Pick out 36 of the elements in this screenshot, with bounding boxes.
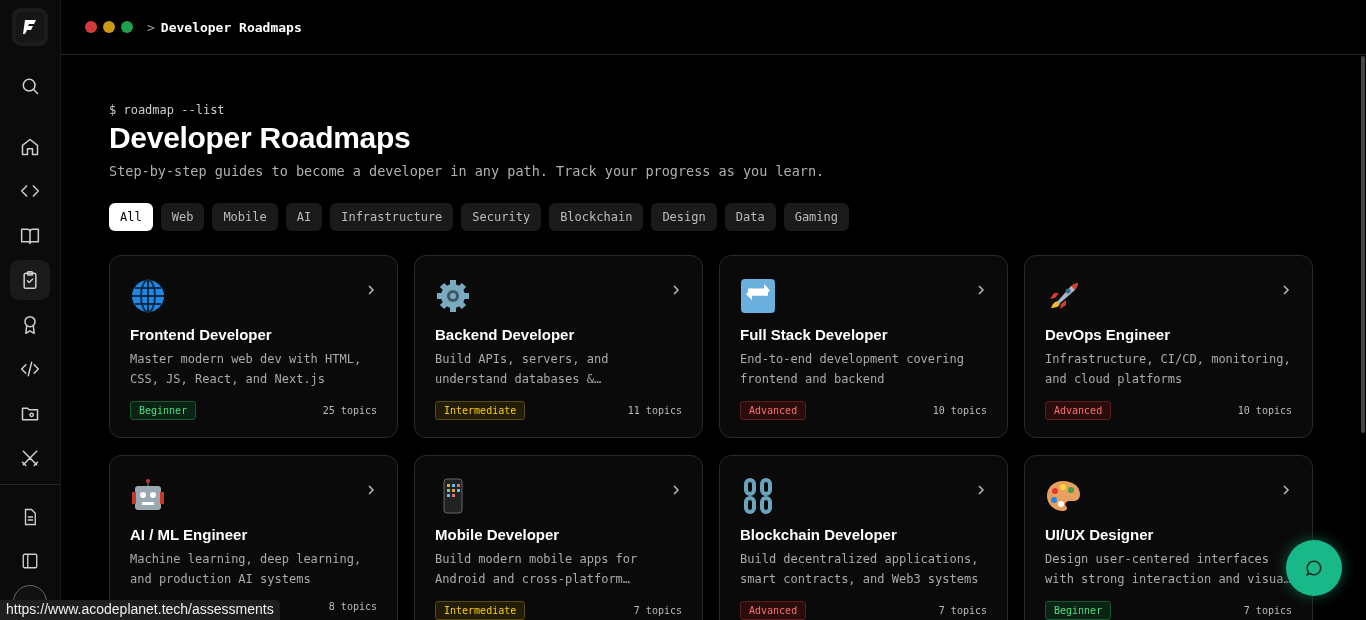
card-description: Infrastructure, CI/CD, monitoring, and cloud platforms [1045,351,1292,388]
card-description: Master modern web dev with HTML, CSS, JS, React, and Next.js [130,351,363,388]
breadcrumb-separator: > [147,19,155,35]
topic-count: 10 topics [932,405,987,416]
difficulty-tag: Advanced [740,401,807,420]
card-title: Full Stack Developer [740,326,889,343]
topic-count: 11 topics [627,405,682,416]
card-description: Machine learning, deep learning, and production AI systems [130,551,363,588]
topic-count: 8 topics [328,601,377,612]
difficulty-tag: Advanced [1045,401,1112,420]
topic-count: 7 topics [938,605,987,616]
card-title: UI/UX Designer [1045,526,1155,543]
page-title: Developer Roadmaps [109,121,412,155]
difficulty-tag: Intermediate [435,601,526,620]
difficulty-tag: Advanced [740,601,807,620]
card-description: Build modern mobile apps for Android and cross-platform… [435,551,639,588]
topic-count: 7 topics [1243,605,1292,616]
command-line: $ roadmap --list [109,103,226,117]
topic-count: 25 topics [322,405,377,416]
difficulty-tag: Intermediate [435,401,526,420]
card-title: Frontend Developer [130,326,273,343]
card-description: Build APIs, servers, and understand databases &… [435,351,610,388]
difficulty-tag: Beginner [1045,601,1112,620]
card-title: Blockchain Developer [740,526,898,543]
status-url-tooltip: https://www.acodeplanet.tech/assessments [0,600,280,620]
card-title: Backend Developer [435,326,576,343]
card-title: AI / ML Engineer [130,526,249,543]
breadcrumb-title: Developer Roadmaps [160,19,302,35]
page-subtitle: Step-by-step guides to become a developer in any path. Track your progress as you learn. [109,163,826,179]
card-description: End-to-end development covering frontend and backend [740,351,965,388]
card-title: DevOps Engineer [1045,326,1172,343]
topic-count: 7 topics [633,605,682,616]
card-description: Build decentralized applications, smart contracts, and Web3 systems [740,551,980,588]
difficulty-tag: Beginner [130,401,197,420]
topic-count: 10 topics [1237,405,1292,416]
card-title: Mobile Developer [435,526,561,543]
